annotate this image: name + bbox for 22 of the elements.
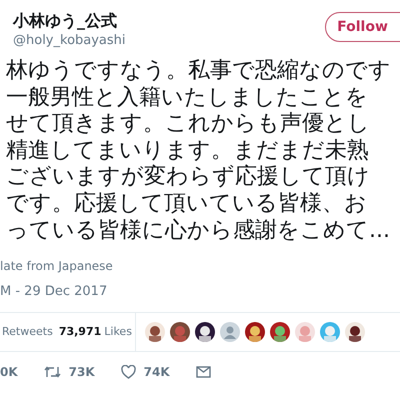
- mail-icon[interactable]: [196, 366, 211, 378]
- action-count: 0K: [0, 364, 18, 382]
- action-count: 74K: [144, 364, 170, 382]
- translate-link[interactable]: late from Japanese: [0, 257, 113, 276]
- tweet-text-line: 精進してまいります。まだまだ未熟: [5, 138, 370, 164]
- action-count: 73K: [68, 364, 95, 382]
- author-handle[interactable]: @holy_kobayashi: [13, 32, 126, 50]
- tweet-text-line: せて頂きます。これからも声優とし: [5, 111, 371, 138]
- tweet-text-line: ございますが変わらず応援して頂け: [5, 164, 371, 191]
- tweet-text-line: 一般男性と入籍いたしましたことを: [5, 84, 369, 112]
- likes-label[interactable]: Likes: [104, 324, 132, 340]
- tweet-timestamp: M - 29 Dec 2017: [0, 283, 108, 302]
- tweet-text-line: っている皆様に心から感謝をこめて...: [5, 218, 391, 244]
- retweet-icon[interactable]: [44, 365, 61, 380]
- default-avatar-icon: [220, 322, 240, 342]
- follow-button[interactable]: Follow: [325, 12, 400, 42]
- author-name[interactable]: 小林ゆう_公式: [13, 10, 126, 32]
- heart-icon[interactable]: [120, 365, 136, 380]
- tweet-text-line: 林ゆうですなう。私事で恐縮なのです: [5, 58, 392, 85]
- tweet-text-line: です。応援して頂いている皆様、お: [5, 190, 368, 218]
- likes-count[interactable]: 73,971: [58, 324, 102, 340]
- retweets-label[interactable]: Retweets: [2, 324, 53, 340]
